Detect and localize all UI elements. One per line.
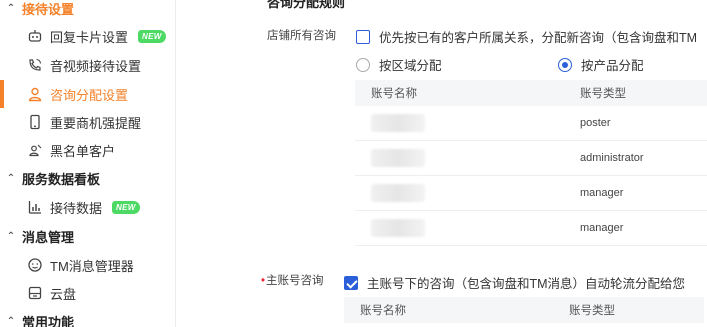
cloud-drive-icon bbox=[26, 284, 44, 302]
store-consult-label: 店铺所有咨询 bbox=[267, 30, 336, 42]
table-row[interactable]: manager bbox=[355, 211, 707, 246]
section-title: 咨询分配规则 bbox=[267, 0, 346, 10]
account-type: administrator bbox=[580, 152, 644, 164]
chevron-up-icon: ⌃ bbox=[6, 2, 16, 14]
table-header: 账号名称 账号类型 bbox=[344, 297, 704, 323]
account-type: manager bbox=[580, 187, 624, 199]
message-icon bbox=[26, 256, 44, 274]
sidebar-item-av-reception[interactable]: 音视频接待设置 bbox=[0, 51, 175, 79]
user-icon bbox=[26, 85, 44, 103]
table-row[interactable]: poster bbox=[355, 106, 707, 141]
bar-chart-icon bbox=[26, 198, 44, 216]
radio-product-option[interactable]: 按产品分配 bbox=[558, 55, 644, 74]
sidebar: ⌃ 接待设置 回复卡片设置 NEW 音视频接待设置 咨询分配设置 重要商机强提醒… bbox=[0, 0, 176, 327]
phone-icon bbox=[26, 56, 44, 74]
chevron-up-icon: ⌃ bbox=[6, 230, 16, 242]
store-priority-checkbox[interactable] bbox=[356, 29, 370, 44]
robot-icon bbox=[26, 27, 44, 45]
chevron-up-icon: ⌃ bbox=[6, 315, 16, 327]
table-row[interactable]: administrator bbox=[355, 141, 707, 176]
account-type: poster bbox=[580, 117, 611, 129]
sidebar-item-blacklist[interactable]: 黑名单客户 bbox=[0, 136, 175, 164]
redacted-account-name bbox=[371, 149, 425, 167]
redacted-account-name bbox=[371, 219, 425, 237]
column-header-account-type: 账号类型 bbox=[580, 88, 626, 100]
sub-account-table: 账号名称 账号类型 bbox=[344, 297, 704, 323]
sidebar-item-tm-message[interactable]: TM消息管理器 bbox=[0, 251, 175, 279]
sidebar-item-important-alert[interactable]: 重要商机强提醒 bbox=[0, 108, 175, 136]
radio-region[interactable] bbox=[356, 57, 370, 72]
redacted-account-name bbox=[371, 114, 425, 132]
new-badge: NEW bbox=[112, 200, 140, 214]
column-header-account-name: 账号名称 bbox=[360, 305, 406, 317]
mobile-device-icon bbox=[26, 113, 44, 131]
required-mark: • bbox=[261, 275, 266, 287]
radio-region-option[interactable]: 按区域分配 bbox=[356, 55, 442, 74]
sidebar-group-reception[interactable]: ⌃ 接待设置 bbox=[0, 0, 175, 22]
sub-account-checkbox[interactable] bbox=[344, 275, 358, 290]
sidebar-item-consult-assign[interactable]: 咨询分配设置 bbox=[0, 80, 175, 108]
sub-account-label: •主账号咨询 bbox=[261, 275, 324, 287]
sidebar-group-message-mgmt[interactable]: ⌃ 消息管理 bbox=[0, 222, 175, 250]
redacted-account-name bbox=[371, 184, 425, 202]
column-header-account-type: 账号类型 bbox=[569, 305, 615, 317]
sidebar-item-reply-card[interactable]: 回复卡片设置 NEW bbox=[0, 22, 175, 50]
table-header: 账号名称 账号类型 bbox=[355, 80, 707, 106]
table-row[interactable]: manager bbox=[355, 176, 707, 211]
sidebar-item-reception-data[interactable]: 接待数据 NEW bbox=[0, 193, 175, 221]
blocked-user-icon bbox=[26, 141, 44, 159]
sidebar-item-cloud-drive[interactable]: 云盘 bbox=[0, 279, 175, 307]
sidebar-group-service-dashboard[interactable]: ⌃ 服务数据看板 bbox=[0, 164, 175, 192]
new-badge: NEW bbox=[138, 29, 166, 43]
sidebar-group-common-functions[interactable]: ⌃ 常用功能 bbox=[0, 307, 175, 327]
sub-checkbox-option[interactable]: 主账号下的咨询（包含询盘和TM消息）自动轮流分配给您 bbox=[344, 273, 685, 292]
column-header-account-name: 账号名称 bbox=[371, 88, 417, 100]
main-content: 咨询分配规则 店铺所有咨询 优先按已有的客户所属关系，分配新咨询（包含询盘和TM… bbox=[177, 0, 707, 327]
radio-product[interactable] bbox=[558, 57, 572, 72]
account-table: 账号名称 账号类型 poster administrator manager m… bbox=[355, 80, 707, 246]
store-checkbox-option[interactable]: 优先按已有的客户所属关系，分配新咨询（包含询盘和TM bbox=[356, 27, 697, 46]
account-type: manager bbox=[580, 222, 624, 234]
chevron-up-icon: ⌃ bbox=[6, 172, 16, 184]
